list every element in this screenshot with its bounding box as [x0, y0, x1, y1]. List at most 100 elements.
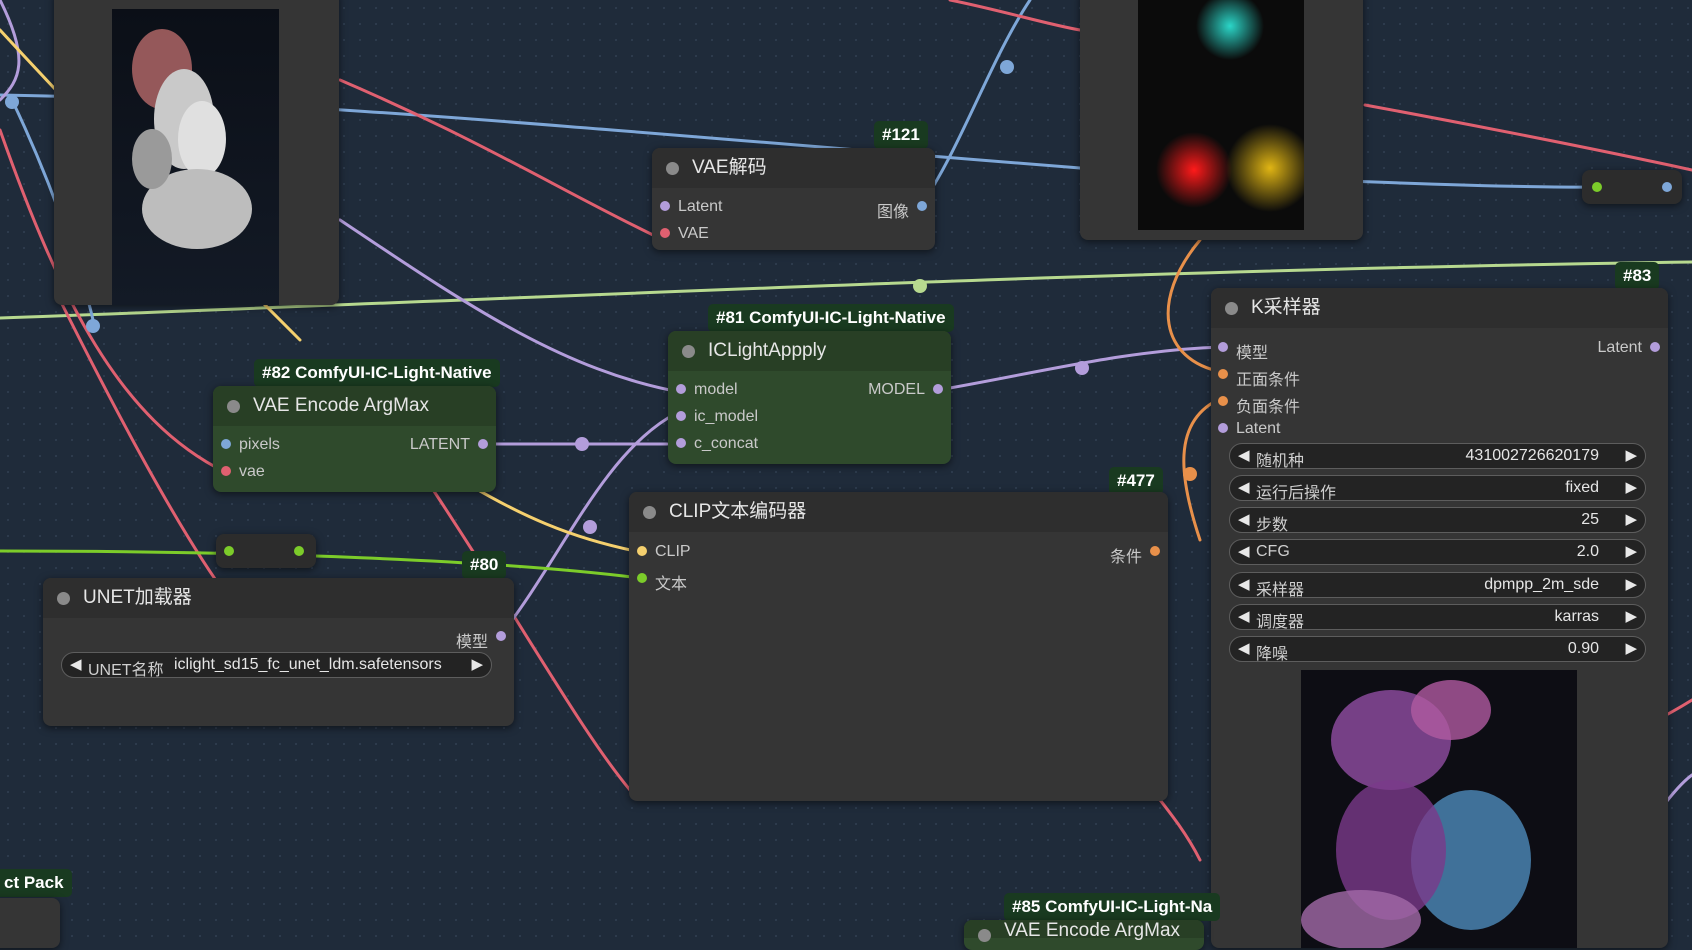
light-preview-node[interactable] [1080, 0, 1363, 240]
sampler-widget[interactable]: ◀ 采样器 dpmpp_2m_sde ▶ [1229, 572, 1646, 599]
decrement-arrow[interactable]: ◀ [1238, 607, 1250, 625]
output-dot-model[interactable] [933, 384, 943, 394]
input-label: 文本 [655, 576, 688, 593]
ksampler-node[interactable]: K采样器 模型 正面条件 负面条件 Latent Latent ◀ 随机种 43… [1211, 288, 1668, 948]
increment-arrow[interactable]: ▶ [1625, 575, 1637, 593]
input-dot-text[interactable] [637, 573, 647, 583]
widget-value: 2.0 [1576, 543, 1599, 560]
output-label: 条件 [1109, 549, 1142, 566]
unet-loader-node[interactable]: UNET加载器 模型 ◀ UNET名称 iclight_sd15_fc_unet… [43, 578, 514, 726]
node-badge: #477 [1109, 467, 1163, 495]
output-dot-conditioning[interactable] [1150, 546, 1160, 556]
input-dot-vae[interactable] [660, 228, 670, 238]
unet-name-combo[interactable]: ◀ UNET名称 iclight_sd15_fc_unet_ldm.safete… [61, 652, 492, 679]
node-title-text: VAE Encode ArgMax [253, 395, 430, 416]
reroute-dot [1075, 361, 1089, 375]
increment-arrow[interactable]: ▶ [1625, 639, 1637, 657]
node-title[interactable]: CLIP文本编码器 [629, 492, 1168, 532]
input-label: VAE [678, 225, 709, 242]
output-dot-model[interactable] [496, 631, 506, 641]
scheduler-widget[interactable]: ◀ 调度器 karras ▶ [1229, 604, 1646, 631]
increment-arrow[interactable]: ▶ [1625, 446, 1637, 464]
widget-label: 调度器 [1256, 614, 1305, 631]
collapse-dot[interactable] [666, 162, 679, 175]
node-title-text: VAE解码 [692, 157, 767, 178]
node-title[interactable]: UNET加载器 [43, 578, 514, 618]
input-dot-positive[interactable] [1218, 369, 1228, 379]
widget-value: dpmpp_2m_sde [1484, 576, 1599, 593]
input-dot-ic-model[interactable] [676, 411, 686, 421]
input-dot-model[interactable] [1218, 342, 1228, 352]
input-dot-vae[interactable] [221, 466, 231, 476]
collapse-dot[interactable] [643, 506, 656, 519]
increment-arrow[interactable]: ▶ [1625, 510, 1637, 528]
decrement-arrow[interactable]: ◀ [1238, 639, 1250, 657]
seed-widget[interactable]: ◀ 随机种 431002726620179 ▶ [1229, 443, 1646, 470]
input-dot[interactable] [224, 546, 234, 556]
vae-encode-argmax-node[interactable]: VAE Encode ArgMax pixels vae LATENT [213, 386, 496, 492]
iclight-apply-node[interactable]: ICLightAppply model ic_model c_concat MO… [668, 331, 951, 464]
node-title[interactable]: VAE Encode ArgMax [213, 386, 496, 426]
output-dot[interactable] [1662, 182, 1672, 192]
node-title[interactable]: K采样器 [1211, 288, 1668, 328]
input-dot-model[interactable] [676, 384, 686, 394]
decrement-arrow[interactable]: ◀ [1238, 478, 1250, 496]
collapse-dot[interactable] [978, 929, 991, 942]
image-preview-node[interactable] [54, 0, 339, 305]
widget-value: karras [1554, 608, 1599, 625]
wire-vae-red3 [58, 298, 232, 602]
output-label: MODEL [868, 381, 925, 398]
widget-value: iclight_sd15_fc_unet_ldm.safetensors [174, 656, 442, 673]
cfg-widget[interactable]: ◀ CFG 2.0 ▶ [1229, 539, 1646, 565]
collapse-dot[interactable] [1225, 302, 1238, 315]
reroute-node-left[interactable] [216, 534, 316, 568]
decrement-arrow[interactable]: ◀ [1238, 542, 1250, 560]
decrement-arrow[interactable]: ◀ [1238, 510, 1250, 528]
increment-arrow[interactable]: ▶ [1625, 542, 1637, 560]
increment-arrow[interactable]: ▶ [471, 655, 483, 673]
output-dot-image[interactable] [917, 201, 927, 211]
input-dot-pixels[interactable] [221, 439, 231, 449]
widget-label: CFG [1256, 543, 1290, 560]
clip-text-encode-node[interactable]: CLIP文本编码器 CLIP 文本 条件 [629, 492, 1168, 801]
output-dot-latent[interactable] [1650, 342, 1660, 352]
input-label: Latent [1236, 420, 1281, 437]
input-dot[interactable] [1592, 182, 1602, 192]
vae-decode-node[interactable]: VAE解码 Latent VAE 图像 [652, 148, 935, 250]
decrement-arrow[interactable]: ◀ [1238, 446, 1250, 464]
light-map-image [1138, 0, 1304, 230]
collapse-dot[interactable] [57, 592, 70, 605]
input-label: 负面条件 [1236, 399, 1301, 416]
decrement-arrow[interactable]: ◀ [1238, 575, 1250, 593]
input-label: 模型 [1236, 345, 1269, 362]
reroute-node-right[interactable] [1582, 170, 1682, 204]
denoise-widget[interactable]: ◀ 降噪 0.90 ▶ [1229, 636, 1646, 663]
control-after-generate-widget[interactable]: ◀ 运行后操作 fixed ▶ [1229, 475, 1646, 502]
input-dot-negative[interactable] [1218, 396, 1228, 406]
increment-arrow[interactable]: ▶ [1625, 478, 1637, 496]
output-dot-latent[interactable] [478, 439, 488, 449]
output-dot[interactable] [294, 546, 304, 556]
partial-node-bottom[interactable]: VAE Encode ArgMax [964, 920, 1204, 950]
node-badge: #121 [874, 121, 928, 149]
collapse-dot[interactable] [227, 400, 240, 413]
sampler-preview-image [1301, 670, 1577, 948]
partial-node-left[interactable] [0, 898, 60, 948]
input-dot-c-concat[interactable] [676, 438, 686, 448]
input-dot-latent[interactable] [1218, 423, 1228, 433]
steps-widget[interactable]: ◀ 步数 25 ▶ [1229, 507, 1646, 534]
input-dot-latent[interactable] [660, 201, 670, 211]
node-title[interactable]: ICLightAppply [668, 331, 951, 371]
collapse-dot[interactable] [682, 345, 695, 358]
widget-label: 步数 [1256, 517, 1289, 534]
node-title[interactable]: VAE Encode ArgMax [964, 920, 1204, 942]
output-label: LATENT [409, 436, 470, 453]
node-title[interactable]: VAE解码 [652, 148, 935, 188]
node-title-text: UNET加载器 [83, 587, 192, 608]
node-badge: #80 [462, 551, 507, 579]
decrement-arrow[interactable]: ◀ [70, 655, 82, 673]
input-label: pixels [239, 436, 280, 453]
input-dot-clip[interactable] [637, 546, 647, 556]
input-label: Latent [678, 198, 723, 215]
increment-arrow[interactable]: ▶ [1625, 607, 1637, 625]
